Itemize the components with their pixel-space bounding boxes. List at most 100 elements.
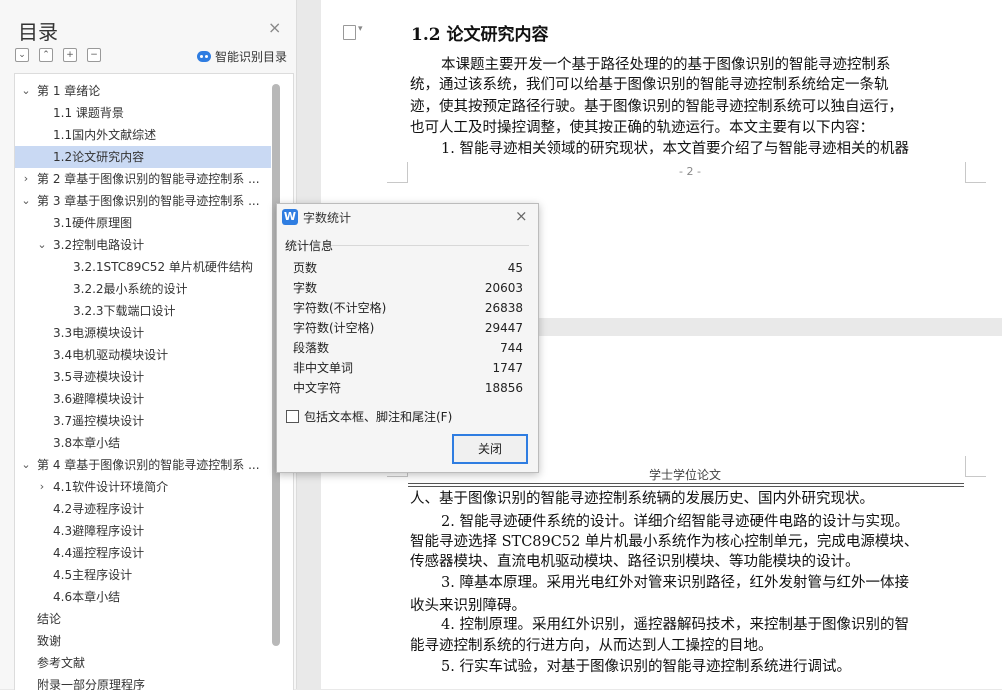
chevron-right-icon[interactable]: › xyxy=(21,168,31,190)
toc-item[interactable]: 1.1 课题背景 xyxy=(15,102,271,124)
stat-label: 字数 xyxy=(293,281,318,295)
body-line: 统，通过该系统，我们可以给基于图像识别的智能寻迹控制系统给定一条轨 xyxy=(410,77,889,93)
toc-item[interactable]: 致谢 xyxy=(15,630,271,652)
close-button[interactable]: 关闭 xyxy=(452,434,528,464)
toc-item-label: 第 2 章基于图像识别的智能寻迹控制系 ... xyxy=(37,172,260,186)
toc-item[interactable]: ⌄ 3.2控制电路设计 xyxy=(15,234,271,256)
toc-item[interactable]: 3.5寻迹模块设计 xyxy=(15,366,271,388)
add-heading-icon[interactable]: + xyxy=(63,48,77,62)
toc-item-label: 1.1国内外文献综述 xyxy=(53,128,157,142)
toc-sidebar: 目录 × ⌄ ⌃ + − 智能识别目录 ⌄ 第 1 章绪论 1.1 课题背景 1.1国… xyxy=(0,0,297,690)
page-number: - 2 - xyxy=(679,165,701,178)
toc-item-label: 3.2控制电路设计 xyxy=(53,238,145,252)
word-count-dialog: W 字数统计 × 统计信息 页数 45 字数 20603 字符数(不计空格) 26838 字… xyxy=(276,203,539,473)
corner-mark xyxy=(965,162,986,183)
stat-row: 非中文单词 1747 xyxy=(293,358,523,378)
body-line: 也可人工及时操控调整，使其按正确的轨迹运行。本文主要有以下内容： xyxy=(410,120,874,136)
toc-item-label: 3.7遥控模块设计 xyxy=(53,414,145,428)
toc-item[interactable]: 3.8本章小结 xyxy=(15,432,271,454)
sidebar-close-icon[interactable]: × xyxy=(268,18,281,37)
body-line: 1. 智能寻迹相关领域的研究现状，本文首要介绍了与智能寻迹相关的机器 xyxy=(441,141,909,157)
toc-item[interactable]: › 第 2 章基于图像识别的智能寻迹控制系 ... xyxy=(15,168,271,190)
smart-toc-button[interactable]: 智能识别目录 xyxy=(197,48,287,65)
toc-item-label: 参考文献 xyxy=(37,656,86,670)
toc-item[interactable]: 4.5主程序设计 xyxy=(15,564,271,586)
toc-item-label: 4.3避障程序设计 xyxy=(53,524,145,538)
toc-item[interactable]: › 4.1软件设计环境简介 xyxy=(15,476,271,498)
toc-item[interactable]: 4.4遥控程序设计 xyxy=(15,542,271,564)
toc-item-label: 第 3 章基于图像识别的智能寻迹控制系 ... xyxy=(37,194,260,208)
toc-item[interactable]: 附录一部分原理程序 xyxy=(15,674,271,690)
toc-item-label: 致谢 xyxy=(37,634,62,648)
stat-value: 26838 xyxy=(484,301,523,315)
toc-item[interactable]: 3.3电源模块设计 xyxy=(15,322,271,344)
toc-item[interactable]: 1.1国内外文献综述 xyxy=(15,124,271,146)
app-icon: W xyxy=(282,209,298,225)
toc-item[interactable]: 3.6避障模块设计 xyxy=(15,388,271,410)
toc-item[interactable]: 4.6本章小结 xyxy=(15,586,271,608)
chevron-down-icon[interactable]: ⌄ xyxy=(37,234,47,256)
chevron-down-icon[interactable]: ⌄ xyxy=(21,454,31,476)
corner-mark xyxy=(387,162,408,183)
toc-item[interactable]: ⌄ 第 4 章基于图像识别的智能寻迹控制系 ... xyxy=(15,454,271,476)
toc-item-label: 4.4遥控程序设计 xyxy=(53,546,145,560)
toc-item[interactable]: 3.2.1STC89C52 单片机硬件结构 xyxy=(15,256,271,278)
chevron-down-icon[interactable]: ⌄ xyxy=(21,80,31,102)
collapse-all-icon[interactable]: ⌄ xyxy=(15,48,29,62)
header-rule xyxy=(408,483,964,484)
toc-item-label: 4.5主程序设计 xyxy=(53,568,133,582)
body-line: 5. 行实车试验，对基于图像识别的智能寻迹控制系统进行调试。 xyxy=(441,659,851,675)
remove-heading-icon[interactable]: − xyxy=(87,48,101,62)
toc-item-label: 3.4电机驱动模块设计 xyxy=(53,348,169,362)
toc-list: ⌄ 第 1 章绪论 1.1 课题背景 1.1国内外文献综述 1.2论文研究内容 › 第 2 … xyxy=(14,73,294,690)
section-heading: 1.2 论文研究内容 xyxy=(411,25,549,45)
toc-item-label: 4.1软件设计环境简介 xyxy=(53,480,169,494)
page-menu-icon[interactable] xyxy=(343,24,363,40)
toc-item[interactable]: 1.2论文研究内容 xyxy=(15,146,271,168)
toc-item-label: 3.2.1STC89C52 单片机硬件结构 xyxy=(73,260,253,274)
toc-item-label: 3.2.3下载端口设计 xyxy=(73,304,176,318)
toc-item[interactable]: 3.4电机驱动模块设计 xyxy=(15,344,271,366)
stat-value: 29447 xyxy=(484,321,523,335)
dialog-close-icon[interactable]: × xyxy=(515,207,528,225)
toc-item[interactable]: 3.2.3下载端口设计 xyxy=(15,300,271,322)
stat-row: 字数 20603 xyxy=(293,278,523,298)
toc-item[interactable]: ⌄ 第 1 章绪论 xyxy=(15,80,271,102)
toc-item-label: 4.2寻迹程序设计 xyxy=(53,502,145,516)
toc-item-label: 附录一部分原理程序 xyxy=(37,678,146,690)
toc-item-label: 结论 xyxy=(37,612,62,626)
toc-item-label: 3.3电源模块设计 xyxy=(53,326,145,340)
toc-item-label: 4.6本章小结 xyxy=(53,590,121,604)
stat-label: 非中文单词 xyxy=(293,361,354,375)
body-line: 迹，使其按预定路径行驶。基于图像识别的智能寻迹控制系统可以独自运行， xyxy=(410,99,903,115)
stat-row: 字符数(不计空格) 26838 xyxy=(293,298,523,318)
chevron-down-icon[interactable]: ⌄ xyxy=(21,190,31,212)
chevron-right-icon[interactable]: › xyxy=(37,476,47,498)
toc-item-label: 3.6避障模块设计 xyxy=(53,392,145,406)
toc-item-label: 第 4 章基于图像识别的智能寻迹控制系 ... xyxy=(37,458,260,472)
stat-value: 744 xyxy=(500,341,523,355)
body-line: 2. 智能寻迹硬件系统的设计。详细介绍智能寻迹硬件电路的设计与实现。 xyxy=(441,514,909,530)
toc-item[interactable]: ⌄ 第 3 章基于图像识别的智能寻迹控制系 ... xyxy=(15,190,271,212)
toc-item[interactable]: 3.1硬件原理图 xyxy=(15,212,271,234)
stat-label: 中文字符 xyxy=(293,381,342,395)
toc-item-label: 3.2.2最小系统的设计 xyxy=(73,282,188,296)
toc-item[interactable]: 4.3避障程序设计 xyxy=(15,520,271,542)
body-line: 收头来识别障碍。 xyxy=(410,598,526,614)
toc-item[interactable]: 结论 xyxy=(15,608,271,630)
include-textbox-label[interactable]: 包括文本框、脚注和尾注(F) xyxy=(304,408,452,425)
toc-item[interactable]: 参考文献 xyxy=(15,652,271,674)
toc-item[interactable]: 3.7遥控模块设计 xyxy=(15,410,271,432)
toc-item[interactable]: 3.2.2最小系统的设计 xyxy=(15,278,271,300)
toc-item-label: 第 1 章绪论 xyxy=(37,84,101,98)
page-header-label: 学士学位论文 xyxy=(649,468,722,482)
include-textbox-checkbox[interactable] xyxy=(286,410,299,423)
body-line: 4. 控制原理。采用红外识别，遥控器解码技术，来控制基于图像识别的智 xyxy=(441,617,909,633)
smart-toc-label: 智能识别目录 xyxy=(215,50,288,64)
stat-label: 段落数 xyxy=(293,341,330,355)
toc-item[interactable]: 4.2寻迹程序设计 xyxy=(15,498,271,520)
toc-item-label: 3.8本章小结 xyxy=(53,436,121,450)
stat-row: 段落数 744 xyxy=(293,338,523,358)
stat-row: 页数 45 xyxy=(293,258,523,278)
expand-up-icon[interactable]: ⌃ xyxy=(39,48,53,62)
